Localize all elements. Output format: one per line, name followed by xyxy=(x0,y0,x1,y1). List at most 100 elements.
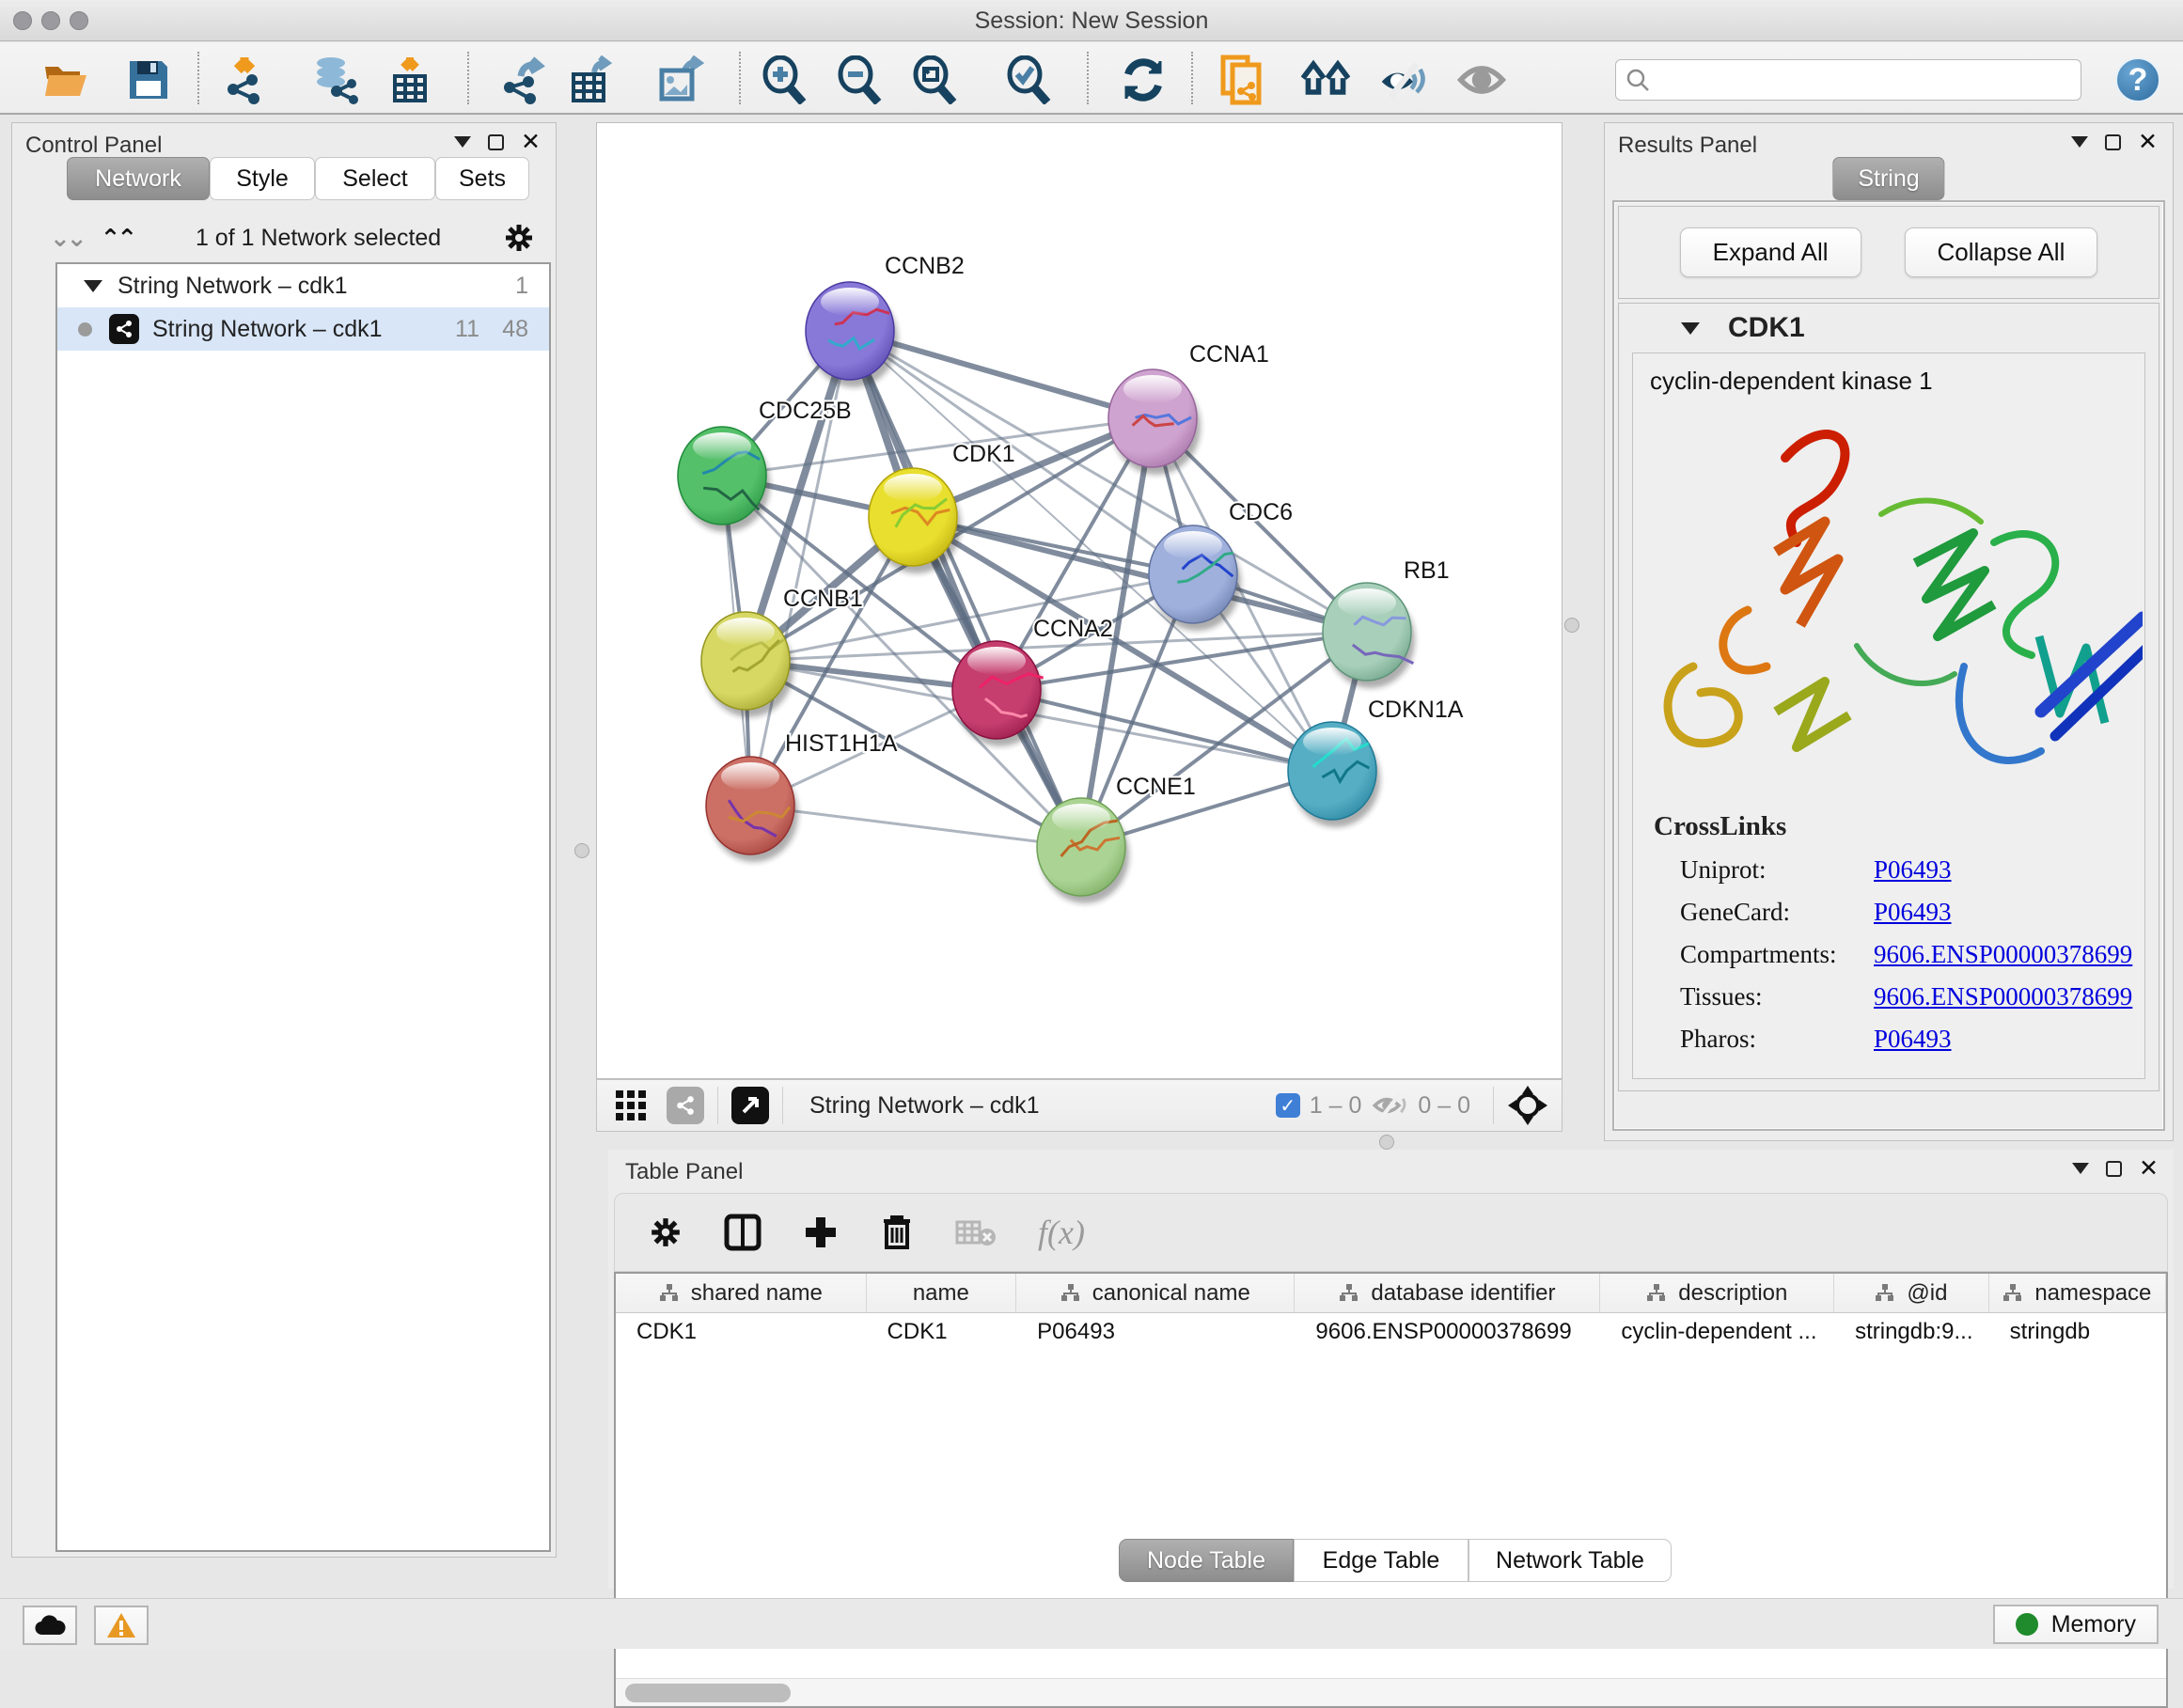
table-cell[interactable]: CDK1 xyxy=(867,1313,1017,1353)
network-options-gear-icon[interactable] xyxy=(503,222,535,254)
right-splitter-handle[interactable] xyxy=(1564,618,1579,633)
column-type-icon xyxy=(1339,1283,1359,1304)
float-panel-icon[interactable] xyxy=(2105,134,2121,150)
tab-edge-table[interactable]: Edge Table xyxy=(1294,1539,1468,1582)
duplicate-network-button[interactable] xyxy=(1219,55,1268,104)
table-cell[interactable]: stringdb xyxy=(1989,1313,2166,1353)
crosslink-pharos-link[interactable]: P06493 xyxy=(1874,1025,1952,1054)
hidden-eye-icon[interactable] xyxy=(1371,1091,1408,1120)
table-row[interactable]: CDK1CDK1P064939606.ENSP00000378699cyclin… xyxy=(616,1313,2166,1353)
refresh-button[interactable] xyxy=(1119,55,1168,104)
minimize-panel-icon[interactable] xyxy=(2072,1163,2089,1174)
crosslink-genecard-link[interactable]: P06493 xyxy=(1874,898,1952,927)
detach-view-icon[interactable] xyxy=(731,1087,769,1124)
first-neighbors-button[interactable] xyxy=(1301,55,1350,104)
collapse-caret-icon[interactable] xyxy=(84,280,102,292)
column-header-description[interactable]: description xyxy=(1600,1274,1834,1312)
network-graph[interactable]: CCNB2CCNA1CDC25BCDK1CDC6RB1CCNB1CCNA2CDK… xyxy=(597,123,1562,1078)
network-edge[interactable] xyxy=(850,331,1081,847)
tab-select[interactable]: Select xyxy=(315,157,435,200)
table-options-gear-icon[interactable] xyxy=(649,1215,683,1249)
node-label-CDK1: CDK1 xyxy=(952,441,1015,467)
close-panel-icon[interactable]: ✕ xyxy=(2138,133,2158,151)
minimize-panel-icon[interactable] xyxy=(2071,136,2088,148)
minimize-panel-icon[interactable] xyxy=(454,136,471,148)
export-image-button[interactable] xyxy=(656,55,705,104)
network-node-RB1[interactable]: RB1 xyxy=(1323,557,1450,688)
column-header--id[interactable]: @id xyxy=(1834,1274,1989,1312)
tab-sets[interactable]: Sets xyxy=(435,157,529,200)
network-node-CDKN1A[interactable]: CDKN1A xyxy=(1288,697,1464,827)
crosslink-tissues-link[interactable]: 9606.ENSP00000378699 xyxy=(1874,982,2132,1011)
left-splitter-handle[interactable] xyxy=(574,843,589,858)
column-header-name[interactable]: name xyxy=(867,1274,1017,1312)
table-cell[interactable]: cyclin-dependent ... xyxy=(1600,1313,1834,1353)
memory-button[interactable]: Memory xyxy=(1993,1605,2159,1644)
search-input[interactable] xyxy=(1657,68,2071,92)
selected-checkbox-icon[interactable]: ✓ xyxy=(1276,1093,1300,1118)
network-node-CCNE1[interactable]: CCNE1 xyxy=(1037,774,1196,903)
add-column-icon[interactable] xyxy=(803,1214,839,1250)
horizontal-scrollbar[interactable] xyxy=(616,1678,2166,1706)
zoom-selected-button[interactable] xyxy=(1004,55,1053,104)
collapse-all-networks-icon[interactable]: ⌄⌄ xyxy=(50,224,84,253)
crosslink-compartments-link[interactable]: 9606.ENSP00000378699 xyxy=(1874,940,2132,969)
hide-selected-button[interactable] xyxy=(1378,55,1427,104)
close-panel-icon[interactable]: ✕ xyxy=(2139,1159,2159,1178)
delete-column-icon[interactable] xyxy=(880,1214,914,1251)
node-label-HIST1H1A: HIST1H1A xyxy=(785,730,898,757)
float-panel-icon[interactable] xyxy=(488,134,504,150)
export-network-button[interactable] xyxy=(498,55,547,104)
expand-all-button[interactable]: Expand All xyxy=(1680,227,1861,277)
network-node-CDC25B[interactable]: CDC25B xyxy=(678,398,852,532)
export-table-button[interactable] xyxy=(568,55,617,104)
float-panel-icon[interactable] xyxy=(2106,1161,2122,1177)
expand-all-networks-icon[interactable]: ⌃⌃ xyxy=(101,224,134,253)
column-header-shared-name[interactable]: shared name xyxy=(616,1274,867,1312)
network-node-CCNB2[interactable]: CCNB2 xyxy=(806,253,965,387)
grid-view-icon[interactable] xyxy=(614,1089,648,1122)
import-network-button[interactable] xyxy=(220,55,269,104)
save-session-button[interactable] xyxy=(124,55,173,104)
close-panel-icon[interactable]: ✕ xyxy=(521,133,541,151)
scrollbar-thumb[interactable] xyxy=(625,1684,791,1702)
network-canvas[interactable]: CCNB2CCNA1CDC25BCDK1CDC6RB1CCNB1CCNA2CDK… xyxy=(596,122,1563,1079)
tab-node-table[interactable]: Node Table xyxy=(1119,1539,1294,1582)
zoom-out-button[interactable] xyxy=(835,55,884,104)
network-node-CCNA1[interactable]: CCNA1 xyxy=(1108,341,1269,475)
warnings-button[interactable] xyxy=(94,1606,149,1645)
network-node-HIST1H1A[interactable]: HIST1H1A xyxy=(706,730,898,862)
collapse-all-button[interactable]: Collapse All xyxy=(1905,227,2098,277)
bottom-splitter-handle[interactable] xyxy=(1379,1135,1394,1150)
import-table-button[interactable] xyxy=(385,55,434,104)
warning-icon xyxy=(106,1612,136,1638)
tab-style[interactable]: Style xyxy=(210,157,315,200)
zoom-fit-button[interactable] xyxy=(910,55,959,104)
cloud-status-button[interactable] xyxy=(23,1606,77,1645)
table-cell[interactable]: stringdb:9... xyxy=(1834,1313,1989,1353)
column-header-canonical-name[interactable]: canonical name xyxy=(1016,1274,1295,1312)
tab-string[interactable]: String xyxy=(1832,157,1944,200)
help-button[interactable]: ? xyxy=(2115,57,2160,102)
collapse-entry-caret-icon[interactable] xyxy=(1681,322,1700,335)
show-columns-icon[interactable] xyxy=(724,1214,762,1251)
column-header-database-identifier[interactable]: database identifier xyxy=(1295,1274,1600,1312)
network-edge[interactable] xyxy=(750,806,1081,847)
network-view-title: String Network – cdk1 xyxy=(809,1092,1040,1120)
tab-network[interactable]: Network xyxy=(67,157,210,200)
birds-eye-view-icon[interactable] xyxy=(1507,1085,1548,1126)
import-network-from-database-button[interactable] xyxy=(310,55,359,104)
crosslink-uniprot-link[interactable]: P06493 xyxy=(1874,855,1952,885)
table-cell[interactable]: 9606.ENSP00000378699 xyxy=(1295,1313,1600,1353)
network-view-mode-icon[interactable] xyxy=(667,1087,704,1124)
table-cell[interactable]: CDK1 xyxy=(616,1313,867,1353)
network-row[interactable]: String Network – cdk1 11 48 xyxy=(57,307,549,351)
search-box[interactable] xyxy=(1615,59,2081,101)
column-header-namespace[interactable]: namespace xyxy=(1989,1274,2166,1312)
zoom-in-button[interactable] xyxy=(760,55,809,104)
show-all-button[interactable] xyxy=(1457,55,1506,104)
tab-network-table[interactable]: Network Table xyxy=(1468,1539,1672,1582)
open-file-button[interactable] xyxy=(42,55,91,104)
table-cell[interactable]: P06493 xyxy=(1016,1313,1295,1353)
network-collection-row[interactable]: String Network – cdk1 1 xyxy=(57,264,549,307)
